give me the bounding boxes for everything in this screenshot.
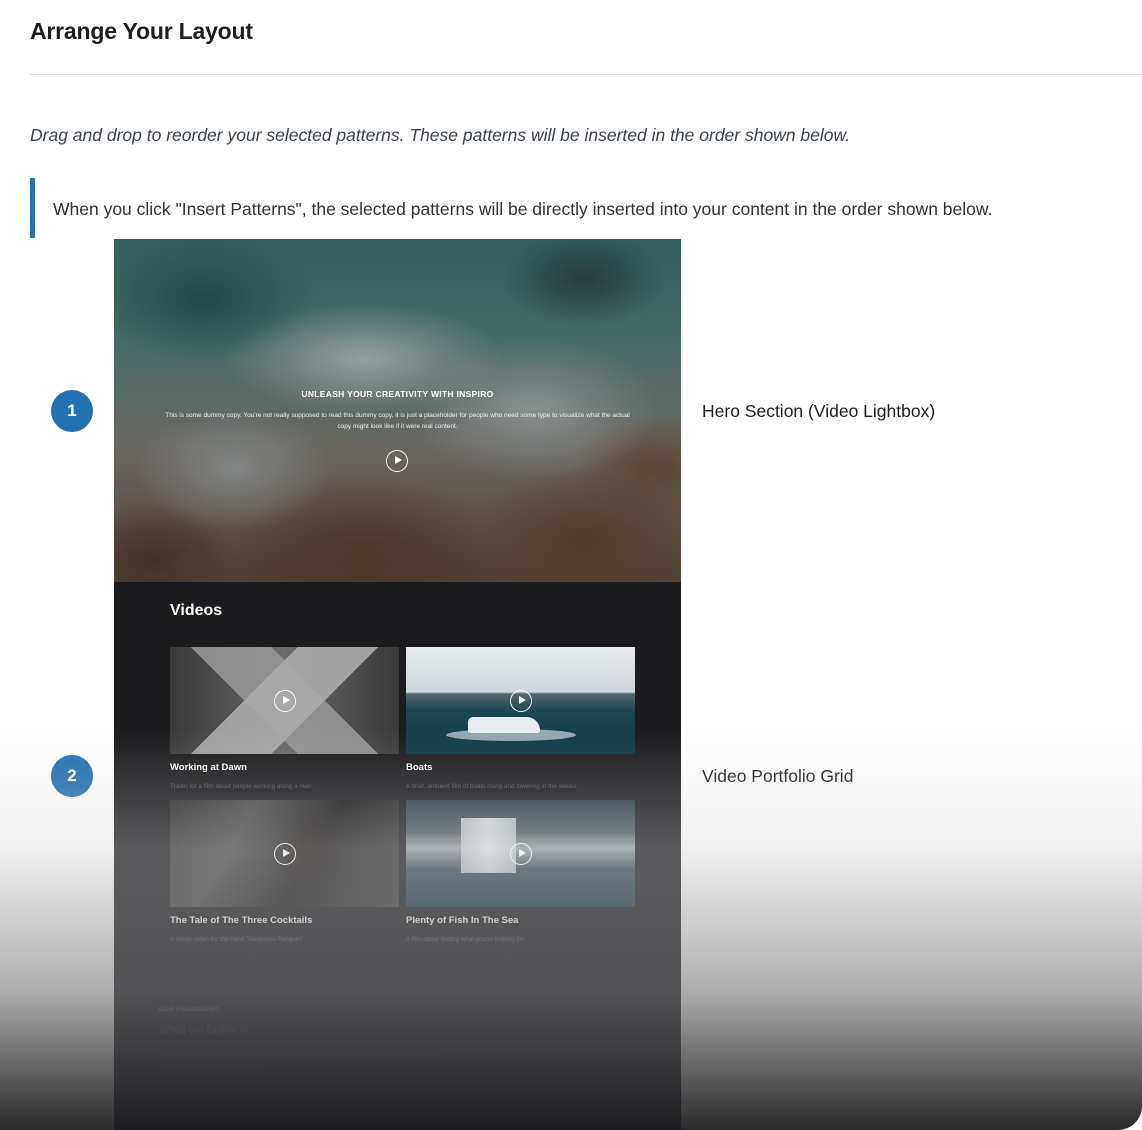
arrange-layout-panel: Arrange Your Layout Drag and drop to reo… — [0, 0, 1142, 1130]
play-circle-icon — [274, 690, 296, 712]
notice-text: When you click "Insert Patterns", the se… — [53, 199, 993, 219]
play-circle-icon — [386, 450, 408, 472]
philosophy-title: What we belive in — [159, 1025, 250, 1037]
waterfall — [461, 818, 516, 873]
page-title: Arrange Your Layout — [30, 18, 253, 44]
pattern-preview-stack[interactable]: UNLEASH YOUR CREATIVITY WITH INSPIRO Thi… — [114, 239, 681, 1130]
video-thumbnail — [406, 800, 635, 907]
pattern-label-hero: Hero Section (Video Lightbox) — [702, 401, 936, 421]
video-title: Plenty of Fish In The Sea — [406, 915, 519, 926]
play-circle-icon — [274, 843, 296, 865]
video-description: A music video for the band "Generous Pen… — [170, 936, 303, 943]
video-description: A brief, ambient film of boats rising an… — [406, 783, 579, 790]
videos-heading: Videos — [170, 602, 223, 619]
pattern-preview-hero[interactable]: UNLEASH YOUR CREATIVITY WITH INSPIRO Thi… — [114, 239, 681, 582]
pattern-order-badge: 1 — [51, 390, 93, 432]
jet-ski — [468, 717, 540, 733]
video-title: Boats — [406, 762, 433, 773]
philosophy-eyebrow: OUR PHILOSOPHY — [159, 1007, 221, 1013]
play-circle-icon — [510, 690, 532, 712]
video-description: Trailer for a film about people working … — [170, 783, 313, 790]
philosophy-body: This is some dummy copy. You're not real… — [159, 1053, 438, 1070]
hero-heading: UNLEASH YOUR CREATIVITY WITH INSPIRO — [301, 389, 494, 399]
title-divider — [30, 74, 1142, 75]
info-notice: When you click "Insert Patterns", the se… — [30, 178, 1130, 238]
hero-body: This is some dummy copy. You're not real… — [165, 412, 630, 430]
video-title: The Tale of The Three Cocktails — [170, 915, 313, 926]
video-thumbnail — [170, 647, 399, 754]
pattern-label-video-grid: Video Portfolio Grid — [702, 766, 854, 786]
video-title: Working at Dawn — [170, 762, 247, 773]
video-thumbnail — [170, 800, 399, 907]
play-circle-icon — [510, 843, 532, 865]
video-description: A film about finding what you're looking… — [406, 936, 526, 943]
page-description: Drag and drop to reorder your selected p… — [30, 125, 851, 145]
video-thumbnail — [406, 647, 635, 754]
pattern-order-badge: 2 — [51, 755, 93, 797]
